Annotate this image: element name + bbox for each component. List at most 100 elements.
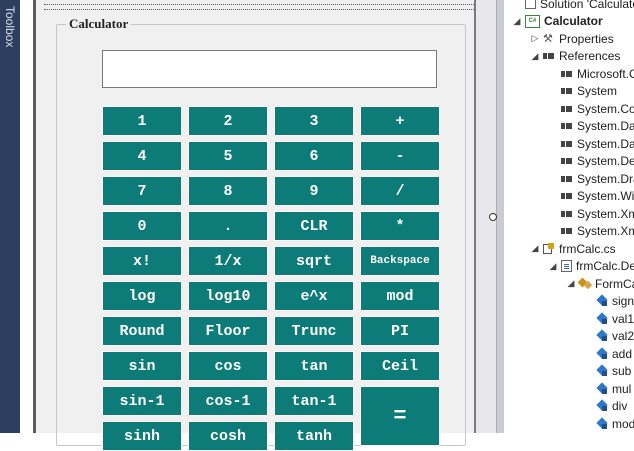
- tree-item[interactable]: System.Windows.Forms: [548, 188, 634, 205]
- field-icon: [597, 383, 608, 395]
- expanded-arrow-icon[interactable]: ◢: [548, 261, 558, 272]
- button-cos-1[interactable]: cos-1: [188, 386, 268, 416]
- field-icon: [597, 348, 608, 360]
- expanded-arrow-icon[interactable]: ◢: [566, 278, 576, 289]
- button-1[interactable]: 1: [102, 106, 182, 136]
- tree-item[interactable]: ◢ frmCalc.cs: [530, 240, 616, 257]
- tree-item-label: mul: [612, 381, 632, 396]
- button-cosh[interactable]: cosh: [188, 421, 268, 451]
- tree-item[interactable]: div: [584, 398, 627, 415]
- selection-border-inner: [44, 9, 474, 10]
- tree-item[interactable]: sub: [584, 363, 631, 380]
- button-8[interactable]: 8: [188, 176, 268, 206]
- form-border-left: [33, 0, 36, 433]
- tree-item-label: Properties: [559, 31, 614, 46]
- wrench-icon: ⚒: [543, 32, 553, 45]
- button-epowx[interactable]: e^x: [274, 281, 354, 311]
- button-log[interactable]: log: [102, 281, 182, 311]
- reference-icon: [561, 87, 573, 95]
- button-1divx[interactable]: 1/x: [188, 246, 268, 276]
- class-icon: [579, 278, 591, 289]
- tree-item[interactable]: System.Xml.Linq: [548, 223, 634, 240]
- button-multiply[interactable]: *: [360, 211, 440, 241]
- button-4[interactable]: 4: [102, 141, 182, 171]
- tree-item[interactable]: add: [584, 345, 632, 362]
- tree-item[interactable]: System.Drawing: [548, 170, 634, 187]
- collapsed-arrow-icon[interactable]: ▷: [530, 33, 540, 44]
- tree-item-label: frmCalc.cs: [559, 241, 616, 256]
- tree-item-label: System.Xml.Linq: [577, 224, 634, 238]
- button-trunc[interactable]: Trunc: [274, 316, 354, 346]
- expanded-arrow-icon[interactable]: ◢: [512, 16, 522, 27]
- button-tan[interactable]: tan: [274, 351, 354, 381]
- toolbox-label: Toolbox: [3, 6, 17, 48]
- button-plus[interactable]: +: [360, 106, 440, 136]
- button-backspace[interactable]: Backspace: [360, 246, 440, 276]
- tree-item[interactable]: System.Xml: [548, 205, 634, 222]
- solution-icon: [525, 0, 536, 9]
- tree-item[interactable]: System.Data.DataSetExtensions: [548, 135, 634, 152]
- tree-item[interactable]: val2: [584, 328, 634, 345]
- button-0[interactable]: 0: [102, 211, 182, 241]
- button-sin[interactable]: sin: [102, 351, 182, 381]
- button-cos[interactable]: cos: [188, 351, 268, 381]
- tree-item-label: Microsoft.CSharp: [577, 66, 634, 81]
- tree-item[interactable]: Microsoft.CSharp: [548, 65, 634, 82]
- button-sqrt[interactable]: sqrt: [274, 246, 354, 276]
- tree-item[interactable]: mod: [584, 415, 634, 432]
- button-decimal[interactable]: .: [188, 211, 268, 241]
- tree-item-label: val1: [612, 311, 634, 326]
- tree-item-label: System.Data: [577, 119, 634, 133]
- button-round[interactable]: Round: [102, 316, 182, 346]
- button-5[interactable]: 5: [188, 141, 268, 171]
- button-sin-1[interactable]: sin-1: [102, 386, 182, 416]
- button-floor[interactable]: Floor: [188, 316, 268, 346]
- tree-item[interactable]: sign: [584, 293, 634, 310]
- button-9[interactable]: 9: [274, 176, 354, 206]
- button-tan-1[interactable]: tan-1: [274, 386, 354, 416]
- button-pi[interactable]: PI: [360, 316, 440, 346]
- display-textbox[interactable]: [102, 50, 437, 88]
- tree-item[interactable]: ◢ FormCalc: [566, 275, 634, 292]
- resize-handle[interactable]: [489, 213, 497, 221]
- button-tanh[interactable]: tanh: [274, 421, 354, 451]
- field-icon: [597, 418, 608, 430]
- tree-item[interactable]: System.Core: [548, 100, 634, 117]
- expanded-arrow-icon[interactable]: ◢: [530, 51, 540, 62]
- tree-item[interactable]: System.Deployment: [548, 153, 634, 170]
- tree-item[interactable]: ◢ C# Calculator: [512, 13, 603, 30]
- tree-item[interactable]: System: [548, 83, 617, 100]
- button-7[interactable]: 7: [102, 176, 182, 206]
- tree-item[interactable]: mul: [584, 380, 631, 397]
- tree-item[interactable]: ◢ frmCalc.Designer.cs: [548, 258, 634, 275]
- tree-item[interactable]: Solution 'Calculator': [512, 0, 634, 12]
- button-log10[interactable]: log10: [188, 281, 268, 311]
- button-minus[interactable]: -: [360, 141, 440, 171]
- tree-item-label: System: [577, 84, 618, 98]
- solution-explorer: Solution 'Calculator' ◢C#Calculator ▷⚒ Prop…: [504, 0, 634, 433]
- tree-item-label: mod: [612, 416, 634, 431]
- tree-item-label: div: [612, 399, 628, 413]
- button-equals[interactable]: =: [360, 386, 440, 446]
- button-ceil[interactable]: Ceil: [360, 351, 440, 381]
- groupbox-title: Calculator: [66, 16, 132, 32]
- toolbox-tab[interactable]: Toolbox: [0, 0, 20, 433]
- tree-item-label: FormCalc: [595, 276, 634, 291]
- tree-item[interactable]: val1: [584, 310, 634, 327]
- expanded-arrow-icon[interactable]: ◢: [530, 243, 540, 254]
- button-6[interactable]: 6: [274, 141, 354, 171]
- tree-item[interactable]: System.Data: [548, 118, 634, 135]
- button-x[interactable]: x!: [102, 246, 182, 276]
- field-icon: [597, 365, 608, 377]
- tree-item[interactable]: ◢ References: [530, 48, 621, 65]
- reference-icon: [561, 192, 573, 200]
- button-mod[interactable]: mod: [360, 281, 440, 311]
- tree-item[interactable]: ▷ ⚒ Properties: [530, 30, 614, 47]
- button-clr[interactable]: CLR: [274, 211, 354, 241]
- button-divide[interactable]: /: [360, 176, 440, 206]
- tree-item-label: System.Deployment: [577, 154, 634, 168]
- button-3[interactable]: 3: [274, 106, 354, 136]
- tree-item-label: Solution 'Calculator': [540, 0, 634, 11]
- button-sinh[interactable]: sinh: [102, 421, 182, 451]
- button-2[interactable]: 2: [188, 106, 268, 136]
